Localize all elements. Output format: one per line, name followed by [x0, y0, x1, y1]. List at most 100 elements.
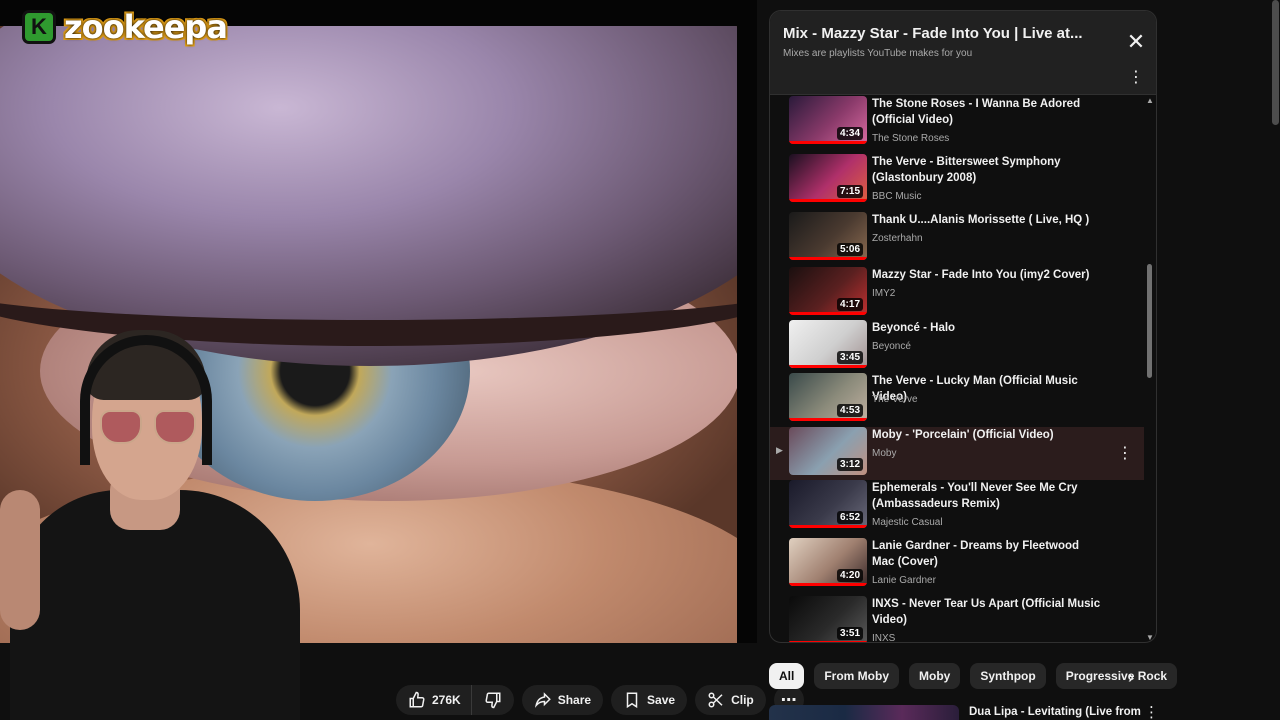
filter-chip[interactable]: Moby	[909, 663, 961, 689]
video-actions: 276K Share Save Clip ⋯	[396, 685, 804, 715]
playlist-item-title[interactable]: Moby - 'Porcelain' (Official Video)	[872, 427, 1102, 443]
duration-badge: 4:20	[836, 569, 863, 582]
playlist-item-channel: BBC Music	[872, 191, 922, 202]
playlist-item-thumbnail[interactable]: 5:06	[789, 212, 867, 260]
recommended-title[interactable]: Dua Lipa - Levitating (Live from	[969, 706, 1141, 718]
playlist-item-thumbnail[interactable]: 3:45	[789, 320, 867, 368]
thumbs-down-icon	[485, 692, 501, 709]
logo-text: zookeepa	[64, 8, 228, 46]
share-icon	[534, 692, 551, 708]
duration-badge: 4:53	[836, 404, 863, 417]
thumbs-up-icon	[409, 691, 425, 708]
scroll-down-arrow-icon[interactable]: ▼	[1146, 633, 1154, 642]
playlist-item-channel: INXS	[872, 633, 896, 642]
playlist-item-channel: Moby	[872, 448, 897, 459]
duration-badge: 4:34	[836, 127, 863, 140]
duration-badge: 5:06	[836, 243, 863, 256]
sunglasses	[100, 410, 196, 444]
recommended-video[interactable]: Dua Lipa - Levitating (Live from ⋮	[769, 703, 1157, 720]
page-scrollbar[interactable]	[1271, 0, 1280, 720]
playlist-item-thumbnail[interactable]: 6:52	[789, 480, 867, 528]
watched-progress-bar	[789, 583, 867, 586]
share-label: Share	[557, 693, 592, 707]
watched-progress-bar	[789, 365, 867, 368]
save-button[interactable]: Save	[611, 685, 688, 715]
duration-badge: 3:12	[836, 458, 863, 471]
share-button[interactable]: Share	[521, 685, 604, 715]
playlist-title[interactable]: Mix - Mazzy Star - Fade Into You | Live …	[783, 25, 1103, 42]
playlist-subtitle: Mixes are playlists YouTube makes for yo…	[783, 48, 973, 59]
playlist-item-title[interactable]: Beyoncé - Halo	[872, 320, 1102, 336]
playlist-item-thumbnail[interactable]: 4:53	[789, 373, 867, 421]
playlist-item-thumbnail[interactable]: 4:17	[789, 267, 867, 315]
webcam-overlay	[0, 320, 300, 720]
filter-chip[interactable]: Synthpop	[970, 663, 1046, 689]
scroll-up-arrow-icon[interactable]: ▲	[1146, 96, 1154, 105]
playlist-item[interactable]: 7:15 The Verve - Bittersweet Symphony (Gl…	[770, 154, 1144, 207]
clip-label: Clip	[731, 693, 754, 707]
playlist-menu-icon[interactable]: ⋮	[1128, 69, 1144, 87]
like-button[interactable]: 276K	[396, 685, 471, 715]
chevron-right-icon[interactable]: ›	[1128, 667, 1134, 688]
playlist-item-channel: The Verve	[872, 394, 918, 405]
filter-chip[interactable]: Progressive Rock	[1055, 663, 1178, 689]
watched-progress-bar	[789, 418, 867, 421]
playlist-item-channel: Zosterhahn	[872, 233, 923, 244]
duration-badge: 7:15	[836, 185, 863, 198]
playlist-item-channel: IMY2	[872, 288, 896, 299]
duration-badge: 6:52	[836, 511, 863, 524]
playlist-item-channel: Beyoncé	[872, 341, 911, 352]
playlist-item-title[interactable]: INXS - Never Tear Us Apart (Official Mus…	[872, 596, 1102, 628]
youtube-watch-page: K zookeepa 276K Share Save Clip ⋯ Mix - …	[0, 0, 1280, 720]
duration-badge: 3:51	[836, 627, 863, 640]
playlist-item-thumbnail[interactable]: 4:34	[789, 96, 867, 144]
playlist-item[interactable]: 3:45 Beyoncé - Halo Beyoncé	[770, 320, 1144, 373]
watched-progress-bar	[789, 257, 867, 260]
recommended-thumbnail[interactable]	[769, 705, 959, 720]
now-playing-icon: ▶	[776, 445, 783, 455]
filter-chips: All From Moby Moby Synthpop Progressive Rock	[769, 663, 1178, 689]
playlist-item-title[interactable]: Thank U....Alanis Morissette ( Live, HQ …	[872, 212, 1102, 228]
playlist-item-thumbnail[interactable]: 7:15	[789, 154, 867, 202]
playlist-item[interactable]: 5:06 Thank U....Alanis Morissette ( Live,…	[770, 212, 1144, 265]
filter-chip[interactable]: All	[769, 663, 805, 689]
playlist-item-thumbnail[interactable]: 3:12	[789, 427, 867, 475]
playlist-item-thumbnail[interactable]: 3:51	[789, 596, 867, 642]
clip-button[interactable]: Clip	[695, 685, 766, 715]
playlist-item-title[interactable]: Lanie Gardner - Dreams by Fleetwood Mac …	[872, 538, 1102, 570]
scissors-icon	[708, 692, 723, 708]
watched-progress-bar	[789, 199, 867, 202]
playlist-item-title[interactable]: Ephemerals - You'll Never See Me Cry (Am…	[872, 480, 1102, 512]
playlist-panel: Mix - Mazzy Star - Fade Into You | Live …	[769, 10, 1157, 643]
playlist-scroll-thumb[interactable]	[1147, 264, 1152, 378]
playlist-item-channel: The Stone Roses	[872, 133, 950, 144]
playlist-item[interactable]: 4:53 The Verve - Lucky Man (Official Musi…	[770, 373, 1144, 426]
playlist-header: Mix - Mazzy Star - Fade Into You | Live …	[770, 11, 1156, 95]
playlist-item[interactable]: 6:52 Ephemerals - You'll Never See Me Cry…	[770, 480, 1144, 533]
duration-badge: 4:17	[836, 298, 863, 311]
page-scroll-thumb[interactable]	[1272, 0, 1279, 125]
playlist-item-title[interactable]: Mazzy Star - Fade Into You (imy2 Cover)	[872, 267, 1102, 283]
watched-progress-bar	[789, 525, 867, 528]
playlist-item-title[interactable]: The Stone Roses - I Wanna Be Adored (Off…	[872, 96, 1102, 128]
recommended-menu-icon[interactable]: ⋮	[1144, 703, 1157, 720]
playlist-item[interactable]: 3:51 INXS - Never Tear Us Apart (Official…	[770, 596, 1144, 642]
close-icon[interactable]: ✕	[1125, 29, 1147, 54]
item-menu-icon[interactable]: ⋮	[1117, 443, 1133, 463]
dislike-button[interactable]	[470, 685, 514, 715]
playlist-item[interactable]: 4:20 Lanie Gardner - Dreams by Fleetwood …	[770, 538, 1144, 591]
bookmark-icon	[626, 692, 638, 709]
watched-progress-bar	[789, 312, 867, 315]
watched-progress-bar	[789, 141, 867, 144]
playlist-item-title[interactable]: The Verve - Bittersweet Symphony (Glasto…	[872, 154, 1102, 186]
playlist-item[interactable]: ▶ 3:12 Moby - 'Porcelain' (Official Video)…	[770, 427, 1144, 480]
playlist-item-channel: Majestic Casual	[872, 517, 943, 528]
watched-progress-bar	[789, 641, 867, 642]
playlist-item-thumbnail[interactable]: 4:20	[789, 538, 867, 586]
playlist-item[interactable]: 4:17 Mazzy Star - Fade Into You (imy2 Cov…	[770, 267, 1144, 320]
filter-chip[interactable]: From Moby	[814, 663, 900, 689]
save-label: Save	[647, 693, 676, 707]
playlist-item[interactable]: 4:34 The Stone Roses - I Wanna Be Adored …	[770, 96, 1144, 149]
channel-logo: K zookeepa	[22, 6, 260, 48]
playlist-scrollbar[interactable]: ▲ ▼	[1146, 96, 1154, 642]
